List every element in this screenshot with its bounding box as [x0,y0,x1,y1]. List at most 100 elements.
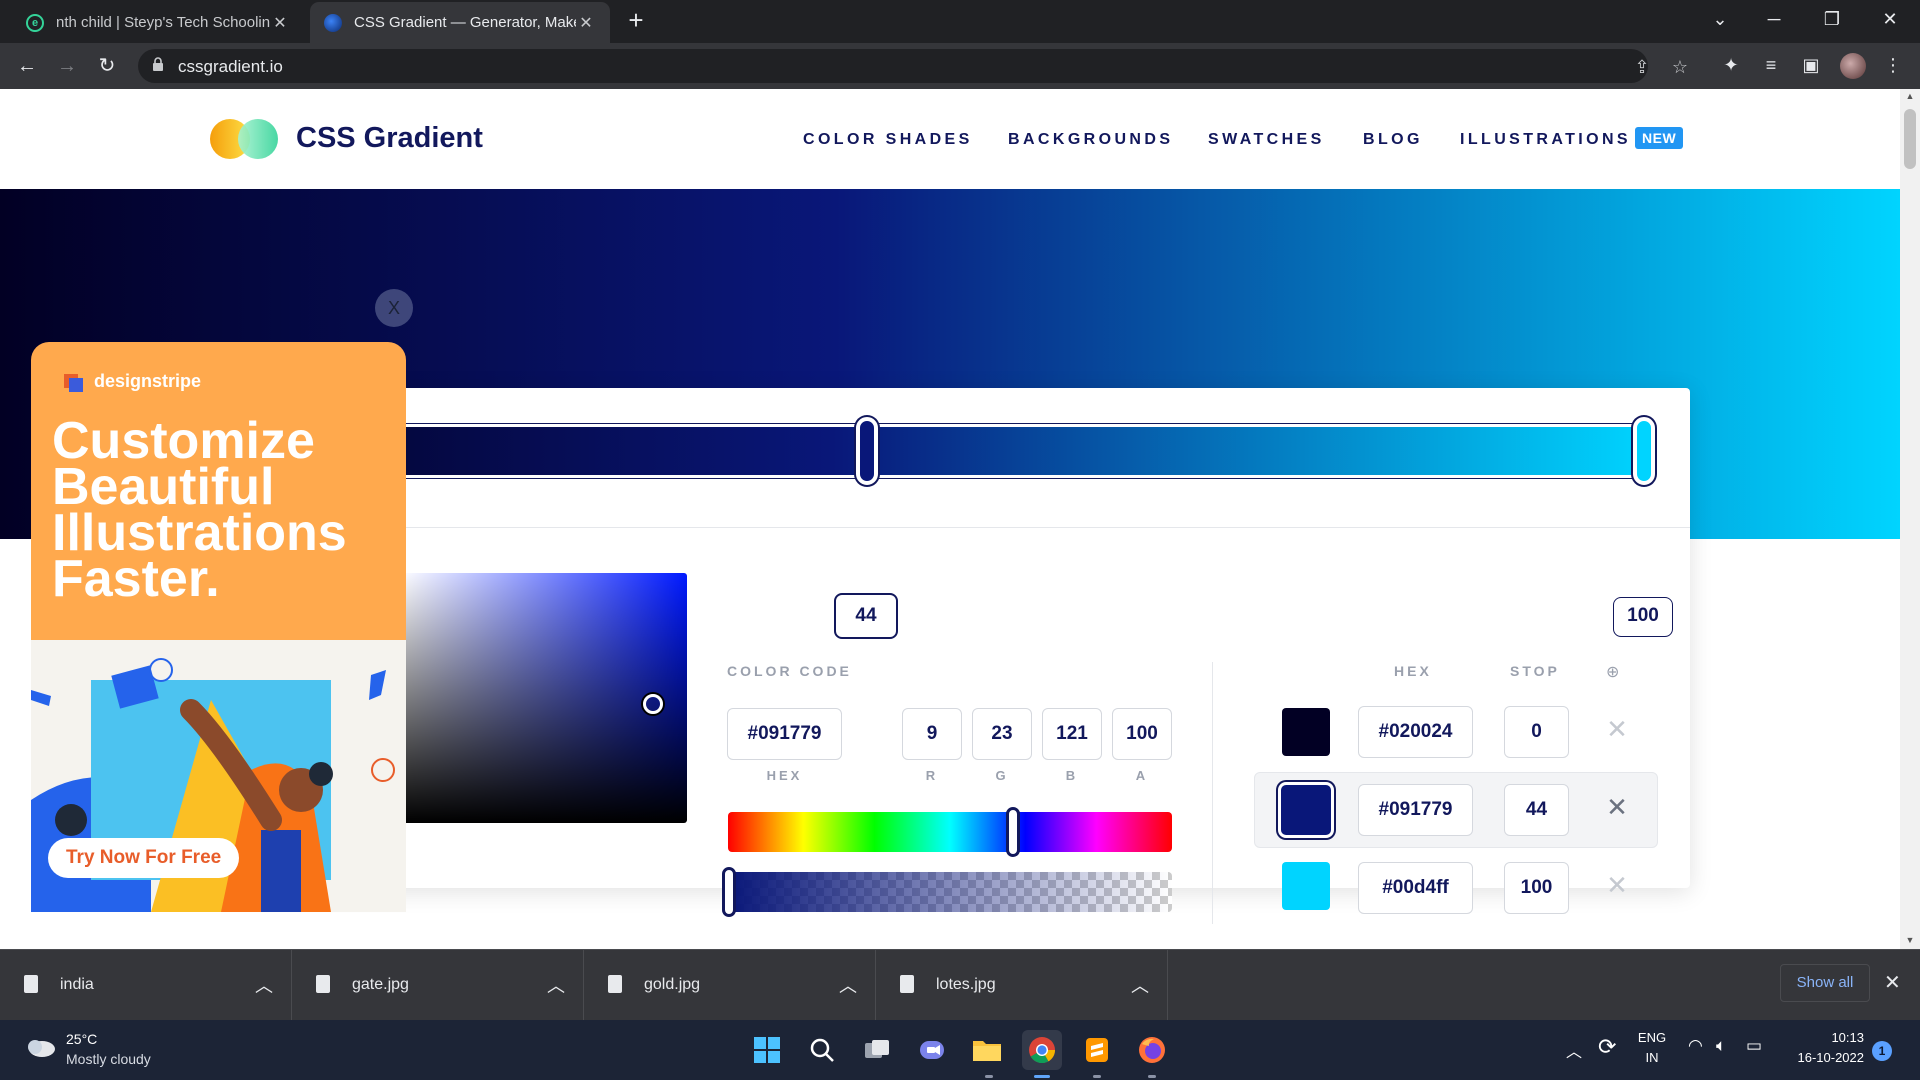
tab-search-chevron-icon[interactable]: ⌄ [1692,0,1748,40]
download-filename: gate.jpg [352,976,409,993]
designstripe-logo-icon [64,374,83,392]
image-file-icon [900,975,914,993]
address-bar[interactable]: cssgradient.io ⇪ ☆ [138,49,1688,83]
windows-taskbar: 25°C Mostly cloudy ︿ ⟳ ENG IN ◠ 🔈︎ ▭ 10:… [0,1020,1920,1080]
nav-blog[interactable]: BLOG [1363,131,1423,149]
image-file-icon [316,975,330,993]
add-stop-icon[interactable]: ⊕ [1606,662,1619,682]
stop-position-44[interactable]: 44 [834,593,898,639]
weather-temperature[interactable]: 25°C [66,1031,97,1047]
stop-swatch-2[interactable] [1282,862,1330,910]
profile-avatar[interactable] [1840,53,1866,79]
tab-steyp[interactable]: e nth child | Steyp's Tech Schooling ✕ [12,2,304,43]
restore-icon[interactable]: ❐ [1804,0,1860,40]
stop-handle-100[interactable] [1633,417,1655,485]
gradient-bar[interactable] [190,424,1650,478]
remove-stop-icon[interactable]: ✕ [1602,714,1632,745]
tab-cssgradient[interactable]: CSS Gradient — Generator, Maker ✕ [310,2,610,43]
hue-slider-thumb[interactable] [1006,807,1020,857]
sublime-text-icon[interactable] [1077,1030,1117,1070]
site-brand[interactable]: CSS Gradient [296,122,483,155]
windows-start-icon[interactable] [747,1030,787,1070]
teams-chat-icon[interactable] [912,1030,952,1070]
forward-icon[interactable]: → [52,51,82,81]
stop-position-100[interactable]: 100 [1613,597,1673,637]
bookmark-star-icon[interactable]: ☆ [1668,57,1692,78]
stop-hex-input-0[interactable]: #020024 [1358,706,1473,758]
cssgradient-logo[interactable] [210,119,280,159]
stop-swatch-1[interactable] [1278,782,1334,838]
minimize-icon[interactable]: ─ [1746,0,1802,40]
stop-position-input-1[interactable]: 44 [1504,784,1569,836]
download-item[interactable]: gold.jpg ︿ [584,950,876,1020]
chevron-up-icon[interactable]: ︿ [839,972,857,998]
page-scrollbar[interactable]: ▲ ▼ [1900,89,1920,949]
hex-input[interactable]: #091779 [727,708,842,760]
chevron-up-icon[interactable]: ︿ [1131,972,1149,998]
stop-position-input-2[interactable]: 100 [1504,862,1569,914]
nav-swatches[interactable]: SWATCHES [1208,131,1325,149]
blue-input[interactable]: 121 [1042,708,1102,760]
volume-icon[interactable]: 🔈︎ [1716,1036,1726,1056]
clock-date[interactable]: 16-10-2022 [1782,1050,1865,1065]
remove-stop-icon[interactable]: ✕ [1602,792,1632,823]
extensions-puzzle-icon[interactable]: ✦ [1718,55,1744,76]
scrollbar-thumb[interactable] [1904,109,1916,169]
share-icon[interactable]: ⇪ [1630,57,1654,78]
stop-handle-44[interactable] [856,417,878,485]
chevron-up-icon[interactable]: ︿ [255,972,273,998]
divider [1212,662,1213,924]
reload-icon[interactable]: ↻ [92,51,122,81]
alpha-slider[interactable] [728,872,1172,912]
notification-count-badge[interactable]: 1 [1872,1041,1892,1061]
scroll-down-icon[interactable]: ▼ [1904,935,1916,945]
green-input[interactable]: 23 [972,708,1032,760]
sync-icon[interactable]: ⟳ [1598,1034,1616,1060]
language-top[interactable]: ENG [1634,1030,1670,1045]
cloud-weather-icon[interactable] [24,1035,56,1059]
close-tab-icon[interactable]: ✕ [576,13,596,33]
search-icon[interactable] [802,1030,842,1070]
weather-condition[interactable]: Mostly cloudy [66,1051,151,1067]
close-download-bar-icon[interactable]: ✕ [1884,970,1901,995]
remove-stop-icon[interactable]: ✕ [1602,870,1632,901]
ad-close-button[interactable]: X [375,289,413,327]
clock-time[interactable]: 10:13 [1782,1030,1864,1045]
alpha-slider-thumb[interactable] [722,867,736,917]
picker-cursor[interactable] [643,694,663,714]
stop-swatch-0[interactable] [1282,708,1330,756]
tab-strip: e nth child | Steyp's Tech Schooling ✕ C… [0,0,1920,43]
nav-illustrations[interactable]: ILLUSTRATIONS [1460,131,1631,149]
show-hidden-icons-chevron-icon[interactable]: ︿ [1566,1038,1582,1062]
stop-hex-input-1[interactable]: #091779 [1358,784,1473,836]
language-bottom[interactable]: IN [1634,1050,1670,1065]
hex-label: HEX [766,768,803,783]
stop-hex-input-2[interactable]: #00d4ff [1358,862,1473,914]
side-panel-icon[interactable]: ▣ [1798,55,1824,76]
close-tab-icon[interactable]: ✕ [270,13,290,33]
hue-slider[interactable] [728,812,1172,852]
stop-position-input-0[interactable]: 0 [1504,706,1569,758]
scroll-up-icon[interactable]: ▲ [1904,91,1916,101]
task-view-icon[interactable] [857,1030,897,1070]
new-tab-button[interactable]: + [622,6,650,34]
media-queue-icon[interactable]: ≡ [1758,55,1784,76]
browser-menu-icon[interactable]: ⋮ [1880,55,1906,76]
battery-icon[interactable]: ▭ [1746,1036,1762,1056]
back-icon[interactable]: ← [12,51,42,81]
close-window-icon[interactable]: ✕ [1862,0,1918,40]
show-all-downloads-button[interactable]: Show all [1780,964,1870,1002]
chevron-up-icon[interactable]: ︿ [547,972,565,998]
file-explorer-icon[interactable] [967,1030,1007,1070]
download-item[interactable]: lotes.jpg ︿ [876,950,1168,1020]
download-item[interactable]: gate.jpg ︿ [292,950,584,1020]
red-input[interactable]: 9 [902,708,962,760]
nav-color-shades[interactable]: COLOR SHADES [803,131,973,149]
nav-backgrounds[interactable]: BACKGROUNDS [1008,131,1173,149]
wifi-icon[interactable]: ◠ [1688,1036,1703,1056]
firefox-icon[interactable] [1132,1030,1172,1070]
ad-cta-button[interactable]: Try Now For Free [48,838,240,878]
download-item[interactable]: india ︿ [0,950,292,1020]
alpha-input[interactable]: 100 [1112,708,1172,760]
chrome-icon[interactable] [1022,1030,1062,1070]
